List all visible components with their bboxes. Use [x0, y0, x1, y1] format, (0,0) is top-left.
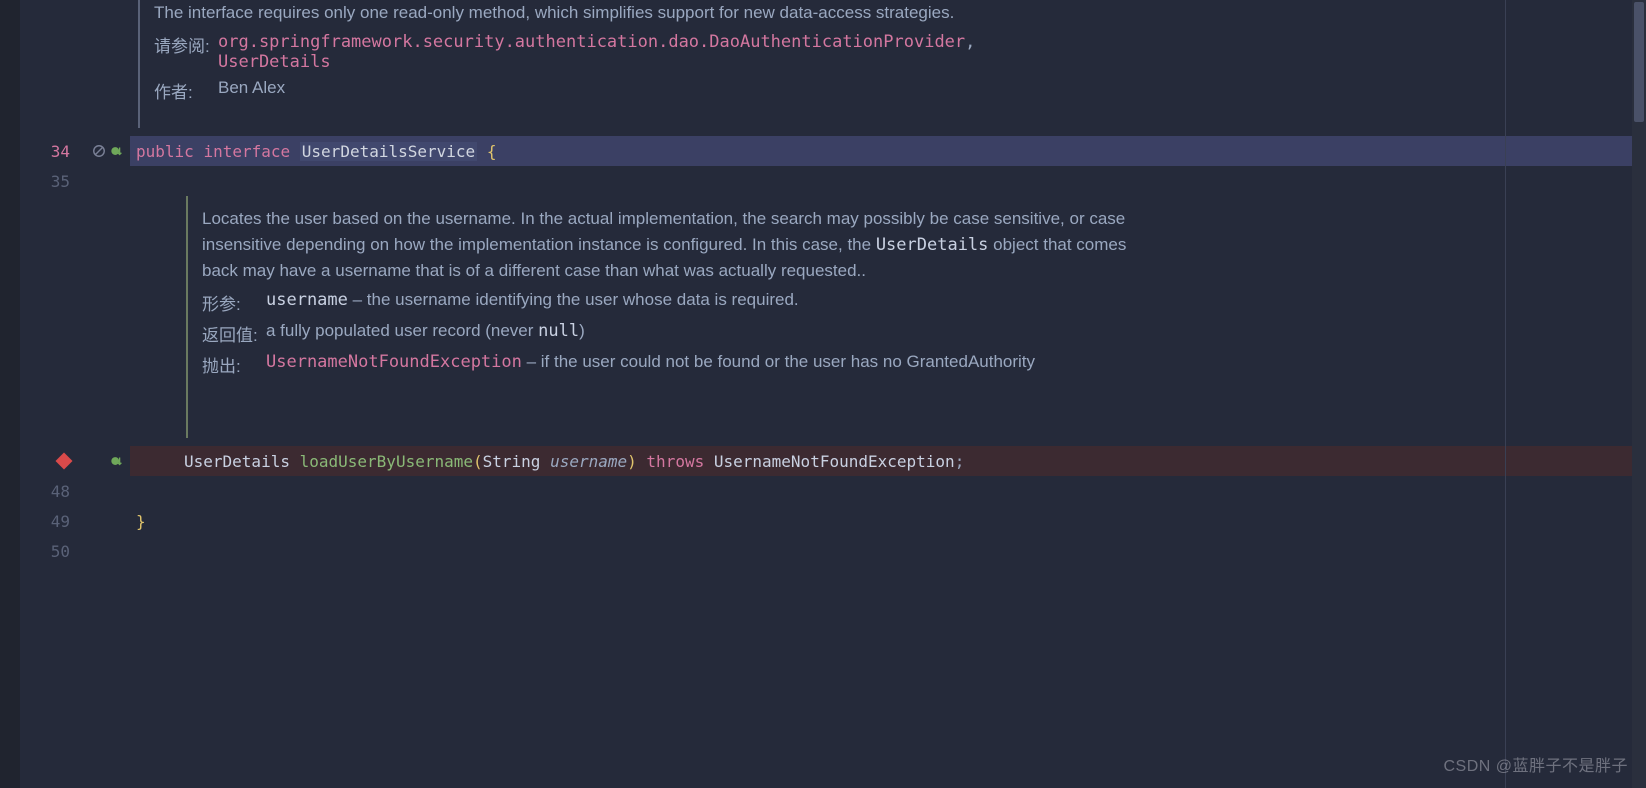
line-number: 49: [20, 512, 70, 531]
method-javadoc: Locates the user based on the username. …: [178, 196, 1646, 446]
gutter-row-49[interactable]: 49: [20, 506, 130, 536]
doc-return-code: null: [538, 321, 579, 341]
overriding-icon[interactable]: [110, 454, 124, 468]
comma: ,: [965, 32, 975, 52]
doc-throws-desc: – if the user could not be found or the …: [522, 352, 1035, 371]
param-type: String: [483, 452, 541, 471]
doc-see-ref-2[interactable]: UserDetails: [218, 52, 331, 72]
line-number: 50: [20, 542, 70, 561]
doc-see-label: 请参阅:: [154, 32, 218, 72]
close-brace: }: [136, 512, 146, 531]
doc-author-label: 作者:: [154, 78, 218, 103]
doc-param-desc: – the username identifying the user whos…: [348, 290, 799, 309]
code-line-signature[interactable]: UserDetails loadUserByUsername(String us…: [130, 446, 1646, 476]
doc-border: [138, 0, 140, 128]
doc-params-row: 形参: username – the username identifying …: [202, 290, 1646, 315]
line-number: 48: [20, 482, 70, 501]
interface-name: UserDetailsService: [300, 142, 477, 161]
gutter-row-35[interactable]: 35: [20, 166, 130, 196]
keyword-public: public: [136, 142, 194, 161]
code-area[interactable]: The interface requires only one read-onl…: [130, 0, 1646, 788]
doc-summary: The interface requires only one read-onl…: [154, 0, 1104, 26]
doc-throws-label: 抛出:: [202, 352, 266, 377]
class-javadoc: The interface requires only one read-onl…: [130, 0, 1646, 136]
code-line-34[interactable]: public interface UserDetailsService {: [130, 136, 1646, 166]
gutter-row-34[interactable]: 34: [20, 136, 130, 166]
code-line-35[interactable]: [130, 166, 1646, 196]
method-doc-text: Locates the user based on the username. …: [202, 206, 1152, 284]
scrollbar-thumb[interactable]: [1634, 2, 1644, 122]
line-number: 34: [20, 142, 70, 161]
semicolon: ;: [955, 452, 965, 471]
implementations-icon[interactable]: [110, 144, 124, 158]
doc-param-name: username: [266, 290, 348, 310]
keyword-throws: throws: [646, 452, 704, 471]
doc-return-row: 返回值: a fully populated user record (neve…: [202, 321, 1646, 346]
doc-border: [186, 196, 188, 438]
method-name: loadUserByUsername: [300, 452, 473, 471]
doc-params-label: 形参:: [202, 290, 266, 315]
doc-return-a: a fully populated user record (never: [266, 321, 538, 340]
vertical-scrollbar[interactable]: [1632, 0, 1646, 788]
line-number: [20, 452, 70, 471]
left-strip: [0, 0, 20, 788]
watermark: CSDN @蓝胖子不是胖子: [1443, 752, 1628, 776]
doc-throws-name[interactable]: UsernameNotFoundException: [266, 352, 522, 372]
no-entry-icon: [92, 144, 106, 158]
doc-author-row: 作者: Ben Alex: [154, 78, 1646, 103]
doc-see-ref-1[interactable]: org.springframework.security.authenticat…: [218, 32, 965, 52]
return-type: UserDetails: [184, 452, 290, 471]
doc-throws-row: 抛出: UsernameNotFoundException – if the u…: [202, 352, 1646, 377]
gutter[interactable]: 34 35 48 49 50: [20, 0, 130, 788]
code-editor: 34 35 48 49 50: [0, 0, 1646, 788]
keyword-interface: interface: [203, 142, 290, 161]
doc-see-row: 请参阅: org.springframework.security.authen…: [154, 32, 1646, 72]
doc-author-value: Ben Alex: [218, 78, 285, 103]
gutter-row-50[interactable]: 50: [20, 536, 130, 566]
gutter-row-sig[interactable]: [20, 446, 130, 476]
open-brace: {: [487, 142, 497, 161]
gutter-row-48[interactable]: 48: [20, 476, 130, 506]
code-line-48[interactable]: [130, 476, 1646, 506]
doc-return-label: 返回值:: [202, 321, 266, 346]
code-line-50[interactable]: [130, 536, 1646, 566]
param-name: username: [550, 452, 627, 471]
code-line-49[interactable]: }: [130, 506, 1646, 536]
exception-type: UsernameNotFoundException: [714, 452, 955, 471]
lparen: (: [473, 452, 483, 471]
doc-return-b: ): [579, 321, 585, 340]
rparen: ): [627, 452, 637, 471]
line-number: 35: [20, 172, 70, 191]
doc-code: UserDetails: [876, 235, 989, 255]
